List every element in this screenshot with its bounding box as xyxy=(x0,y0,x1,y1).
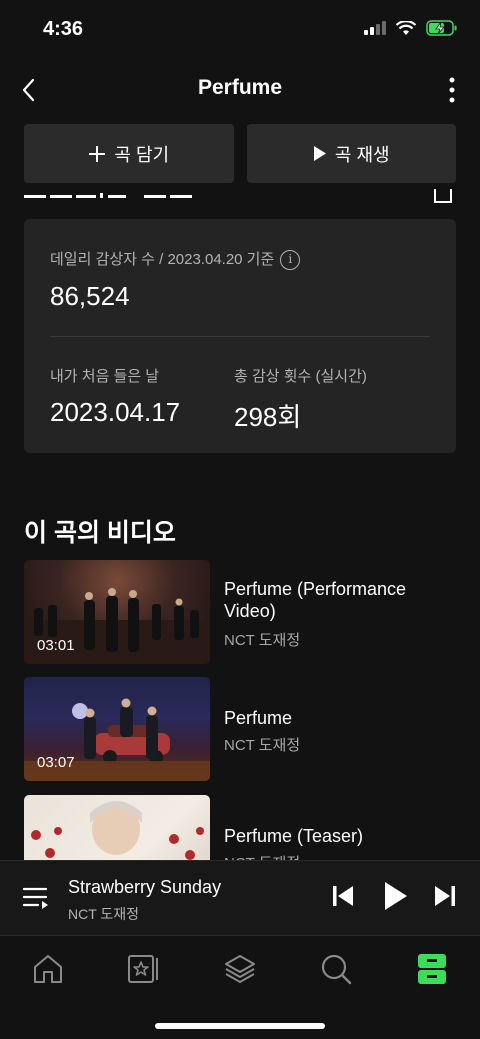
drawer-icon xyxy=(418,954,446,984)
daily-listeners-value: 86,524 xyxy=(50,281,130,311)
video-thumbnail: 03:01 xyxy=(24,560,210,664)
battery-charging-icon xyxy=(426,20,457,36)
play-song-label: 곡 재생 xyxy=(334,144,390,165)
section-share-icon[interactable] xyxy=(434,189,452,203)
video-item[interactable]: Perfume (Teaser) NCT 도재정 xyxy=(24,795,456,860)
tab-storage[interactable] xyxy=(124,949,164,989)
video-duration: 03:07 xyxy=(37,754,75,771)
tab-library[interactable] xyxy=(412,949,452,989)
cellular-signal-icon xyxy=(364,21,386,35)
vertical-dots-icon xyxy=(449,77,455,103)
status-time: 4:36 xyxy=(43,18,84,40)
video-item[interactable]: 03:01 Perfume (Performance Video) NCT 도재… xyxy=(24,560,456,664)
plus-icon xyxy=(89,145,106,162)
tab-bar xyxy=(0,937,480,1039)
video-thumbnail xyxy=(24,795,210,860)
tab-search[interactable] xyxy=(316,949,356,989)
play-song-button[interactable]: 곡 재생 xyxy=(246,124,456,183)
layers-icon xyxy=(225,955,255,983)
queue-button[interactable] xyxy=(22,885,50,916)
play-button[interactable] xyxy=(383,881,409,916)
videos-section-title: 이 곡의 비디오 xyxy=(24,519,176,547)
total-plays-value: 298회 xyxy=(234,402,302,432)
now-playing-title: Strawberry Sunday xyxy=(68,877,222,897)
video-thumbnail: 03:07 xyxy=(24,677,210,781)
previous-button[interactable] xyxy=(332,883,354,914)
add-song-label: 곡 담기 xyxy=(114,144,170,165)
action-row: 곡 담기 곡 재생 xyxy=(24,124,456,183)
home-indicator[interactable] xyxy=(155,1023,325,1029)
tab-home[interactable] xyxy=(28,949,68,989)
wifi-icon xyxy=(396,20,416,35)
status-icons xyxy=(364,20,458,36)
stats-divider xyxy=(50,336,430,337)
total-plays-label: 총 감상 횟수 (실시간) xyxy=(234,368,367,385)
page-title: Perfume xyxy=(197,76,283,99)
thumbnail-portrait-image xyxy=(31,801,204,860)
first-listen-label: 내가 처음 들은 날 xyxy=(50,368,160,385)
video-title: Perfume xyxy=(224,708,293,728)
daily-listeners-label: 데일리 감상자 수 / 2023.04.20 기준 i xyxy=(50,248,301,271)
play-icon xyxy=(313,146,326,161)
next-button[interactable] xyxy=(434,883,456,914)
video-duration: 03:01 xyxy=(37,637,75,654)
video-title: Perfume (Teaser) xyxy=(224,826,364,846)
star-card-icon xyxy=(128,955,158,983)
now-playing-artist: NCT 도재정 xyxy=(68,906,140,922)
stats-card: 데일리 감상자 수 / 2023.04.20 기준 i 86,524 내가 처음 … xyxy=(24,219,456,453)
scrolled-section-header xyxy=(24,183,456,203)
playlist-queue-icon xyxy=(22,887,48,909)
add-song-button[interactable]: 곡 담기 xyxy=(24,124,234,183)
video-artist: NCT 도재정 xyxy=(224,737,301,754)
video-artist: NCT 도재정 xyxy=(224,852,300,860)
first-listen-value: 2023.04.17 xyxy=(50,397,181,427)
home-icon xyxy=(34,955,62,983)
tab-playlist[interactable] xyxy=(220,949,260,989)
play-icon xyxy=(385,882,407,910)
mini-player[interactable]: Strawberry Sunday NCT 도재정 xyxy=(0,860,480,936)
status-bar: 4:36 xyxy=(0,0,480,60)
info-icon[interactable]: i xyxy=(280,250,301,271)
scrolled-title-fragment xyxy=(24,193,192,198)
previous-track-icon xyxy=(333,886,353,906)
video-item[interactable]: 03:07 Perfume NCT 도재정 xyxy=(24,677,456,781)
video-list: 03:01 Perfume (Performance Video) NCT 도재… xyxy=(24,560,456,860)
more-options-button[interactable] xyxy=(440,74,464,106)
video-title: Perfume (Performance Video) xyxy=(224,579,407,621)
search-icon xyxy=(321,954,352,985)
next-track-icon xyxy=(435,886,455,906)
video-artist: NCT 도재정 xyxy=(224,632,301,649)
daily-listeners-label-text: 데일리 감상자 수 / 2023.04.20 기준 xyxy=(50,251,275,268)
nav-header: Perfume xyxy=(0,60,480,120)
